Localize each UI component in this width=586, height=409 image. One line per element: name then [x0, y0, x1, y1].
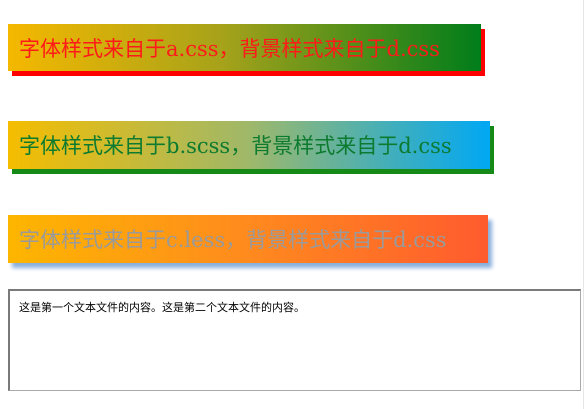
style-box-c-text: 字体样式来自于c.less，背景样式来自于d.css [19, 228, 447, 252]
style-box-a: 字体样式来自于a.css，背景样式来自于d.css [8, 24, 481, 71]
style-box-a-text: 字体样式来自于a.css，背景样式来自于d.css [19, 36, 440, 61]
file-content-textarea[interactable]: 这是第一个文本文件的内容。这是第二个文本文件的内容。 [8, 289, 581, 391]
style-box-c: 字体样式来自于c.less，背景样式来自于d.css [8, 215, 488, 263]
page-right-rule [583, 0, 584, 409]
style-box-b: 字体样式来自于b.scss，背景样式来自于d.css [8, 121, 490, 169]
style-box-b-text: 字体样式来自于b.scss，背景样式来自于d.css [19, 134, 452, 158]
